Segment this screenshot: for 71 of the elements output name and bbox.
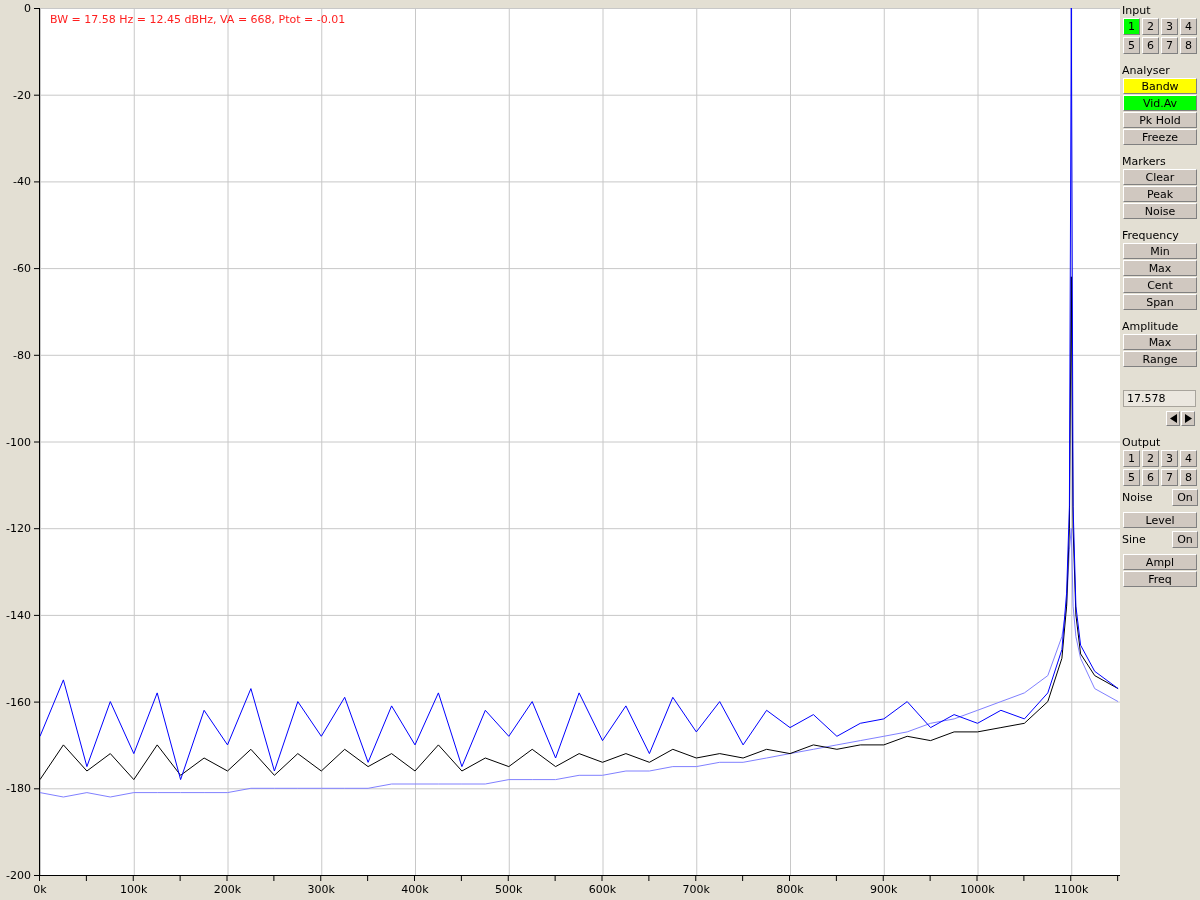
- panel-button[interactable]: Span: [1123, 294, 1197, 310]
- section-label: Frequency: [1122, 228, 1180, 243]
- channel-button[interactable]: 7: [1161, 469, 1178, 486]
- x-tick-label: 0k: [33, 883, 47, 896]
- channel-button[interactable]: 3: [1161, 18, 1178, 35]
- panel-button[interactable]: Peak: [1123, 186, 1197, 202]
- channel-button[interactable]: 7: [1161, 37, 1178, 54]
- panel-button[interactable]: Max: [1123, 260, 1197, 276]
- panel-button[interactable]: Vid.Av: [1123, 95, 1197, 111]
- y-tick-label: -160: [6, 695, 31, 709]
- panel-button[interactable]: Bandw: [1123, 78, 1197, 94]
- x-tick-label: 600k: [588, 883, 617, 896]
- increase-button[interactable]: [1181, 411, 1195, 426]
- channel-button[interactable]: 1: [1123, 450, 1140, 467]
- channel-button[interactable]: 5: [1123, 469, 1140, 486]
- x-tick-label: 1100k: [1054, 883, 1089, 896]
- value-field[interactable]: 17.578: [1123, 390, 1196, 407]
- panel-button[interactable]: Cent: [1123, 277, 1197, 293]
- panel-button[interactable]: Pk Hold: [1123, 112, 1197, 128]
- channel-button[interactable]: 2: [1142, 18, 1159, 35]
- panel-button[interactable]: Freq: [1123, 571, 1197, 587]
- x-tick-label: 200k: [213, 883, 242, 896]
- x-tick-label: 1000k: [960, 883, 995, 896]
- toggle-button[interactable]: On: [1172, 531, 1198, 548]
- section-label: Input: [1122, 3, 1152, 18]
- x-tick-label: 800k: [776, 883, 804, 896]
- x-tick-label: 900k: [870, 883, 898, 896]
- panel-button[interactable]: Noise: [1123, 203, 1197, 219]
- bandwidth-readout: BW = 17.58 Hz = 12.45 dBHz, VA = 668, Ptot = -0.01: [50, 13, 346, 26]
- section-label: Noise: [1122, 490, 1153, 505]
- y-tick-label: -120: [6, 522, 31, 536]
- section-label: Amplitude: [1122, 319, 1180, 334]
- y-tick-label: -140: [6, 608, 31, 622]
- y-tick-label: -40: [13, 175, 31, 189]
- panel-button[interactable]: Freeze: [1123, 129, 1197, 145]
- y-tick-label: -100: [6, 435, 31, 449]
- x-tick-label: 500k: [495, 883, 523, 896]
- channel-button[interactable]: 1: [1123, 18, 1140, 35]
- section-label: Output: [1122, 435, 1162, 450]
- y-tick-label: -80: [13, 348, 31, 362]
- channel-button[interactable]: 3: [1161, 450, 1178, 467]
- x-tick-label: 100k: [120, 883, 148, 896]
- x-tick-label: 300k: [307, 883, 335, 896]
- x-tick-label: 700k: [682, 883, 710, 896]
- y-tick-label: -180: [6, 782, 31, 796]
- panel-button[interactable]: Min: [1123, 243, 1197, 259]
- channel-button[interactable]: 8: [1180, 37, 1197, 54]
- channel-button[interactable]: 6: [1142, 37, 1159, 54]
- x-tick-label: 400k: [401, 883, 429, 896]
- section-label: Analyser: [1122, 63, 1171, 78]
- channel-button[interactable]: 2: [1142, 450, 1159, 467]
- toggle-button[interactable]: On: [1172, 489, 1198, 506]
- channel-button[interactable]: 8: [1180, 469, 1197, 486]
- panel-button[interactable]: Level: [1123, 512, 1197, 528]
- panel-button[interactable]: Range: [1123, 351, 1197, 367]
- panel-button[interactable]: Clear: [1123, 169, 1197, 185]
- right-triangle-icon: [1184, 414, 1192, 423]
- channel-button[interactable]: 4: [1180, 450, 1197, 467]
- section-label: Sine: [1122, 532, 1146, 547]
- y-tick-label: -20: [13, 88, 31, 102]
- left-triangle-icon: [1169, 414, 1177, 423]
- channel-button[interactable]: 5: [1123, 37, 1140, 54]
- panel-button[interactable]: Max: [1123, 334, 1197, 350]
- decrease-button[interactable]: [1166, 411, 1180, 426]
- channel-button[interactable]: 6: [1142, 469, 1159, 486]
- y-tick-label: 0: [24, 2, 31, 15]
- panel-button[interactable]: Ampl: [1123, 554, 1197, 570]
- y-tick-label: -60: [13, 262, 31, 276]
- channel-button[interactable]: 4: [1180, 18, 1197, 35]
- section-label: Markers: [1122, 154, 1167, 169]
- y-tick-label: -200: [6, 869, 31, 882]
